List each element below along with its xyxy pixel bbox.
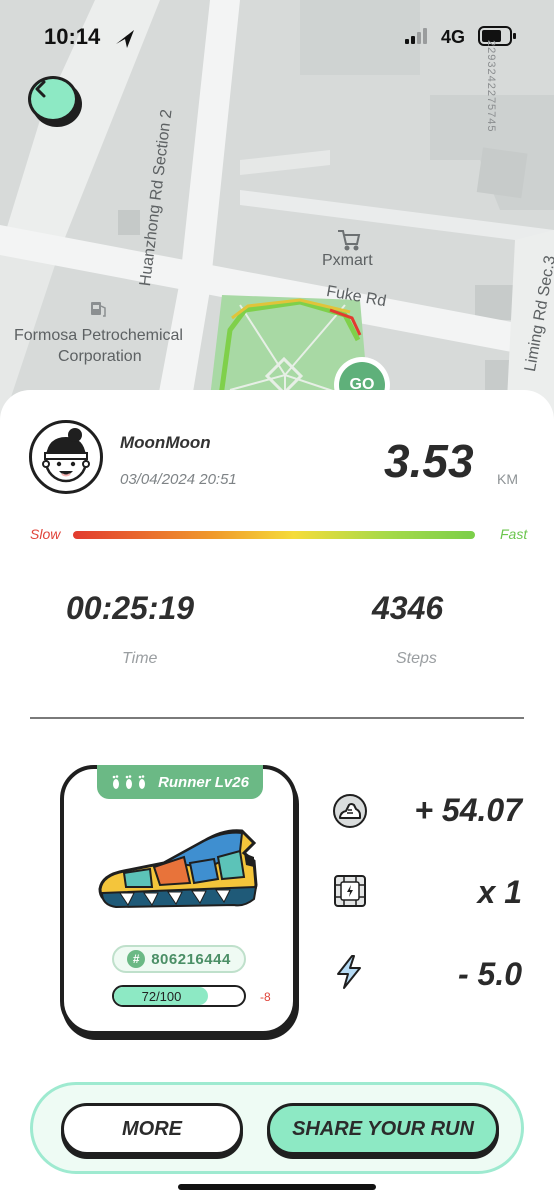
speed-gradient-bar	[73, 531, 475, 539]
run-summary-sheet: MoonMoon 03/04/2024 20:51 3.53 KM Slow F…	[0, 390, 554, 1200]
run-date: 03/04/2024 20:51	[120, 471, 237, 488]
map-label-formosa-2: Corporation	[58, 348, 142, 365]
hash-icon: #	[127, 950, 146, 968]
distance-value: 3.53	[384, 435, 474, 487]
map-graphics	[0, 0, 554, 440]
mystery-box-value: x 1	[477, 874, 522, 910]
sneaker-level-label: Runner Lv26	[158, 773, 249, 791]
shoe-point-value: + 54.07	[414, 792, 522, 828]
speed-fast-label: Fast	[500, 526, 528, 542]
energy-value: - 5.0	[457, 956, 522, 992]
durability-text: 72/100	[141, 988, 182, 1004]
map-label-formosa-1: Formosa Petrochemical	[14, 327, 183, 344]
mystery-box-icon	[334, 875, 366, 907]
username: MoonMoon	[120, 433, 211, 452]
sneaker-id-badge: # 806216444	[112, 945, 246, 973]
back-button[interactable]	[28, 76, 78, 122]
action-bar: MORE SHARE YOUR RUN	[30, 1082, 524, 1174]
distance-unit: KM	[497, 471, 518, 487]
sneaker-level-tag: Runner Lv26	[97, 765, 263, 799]
map-label-pxmart: Pxmart	[322, 252, 373, 269]
steps-value: 4346	[372, 590, 444, 626]
durability-bar: 72/100	[112, 985, 246, 1007]
energy-bolt-icon	[337, 955, 361, 989]
chevron-left-icon	[35, 80, 46, 98]
avatar[interactable]	[29, 420, 103, 494]
durability-change: -8	[260, 990, 271, 1004]
time-value: 00:25:19	[66, 590, 195, 626]
steps-label: Steps	[396, 650, 437, 667]
run-map[interactable]: 10:14 4G 2293242275745 Huanzhong Rd Sect…	[0, 0, 554, 440]
avatar-face-icon	[42, 428, 90, 483]
status-time: 10:14	[44, 24, 101, 49]
footprints-icon	[112, 775, 146, 789]
speed-slow-label: Slow	[30, 526, 61, 542]
share-run-button[interactable]: SHARE YOUR RUN	[267, 1103, 499, 1155]
divider	[30, 717, 524, 719]
time-label: Time	[122, 650, 158, 667]
home-indicator[interactable]	[178, 1184, 376, 1190]
more-button[interactable]: MORE	[61, 1103, 243, 1155]
map-code: 2293242275745	[485, 40, 497, 133]
sneaker-card[interactable]: Runner Lv26 # 806216444 72/100 -8	[60, 765, 297, 1035]
network-type: 4G	[441, 27, 466, 47]
sneaker-id-number: 806216444	[151, 950, 231, 968]
sneaker-icon	[98, 829, 258, 909]
shoe-point-icon	[333, 794, 367, 828]
